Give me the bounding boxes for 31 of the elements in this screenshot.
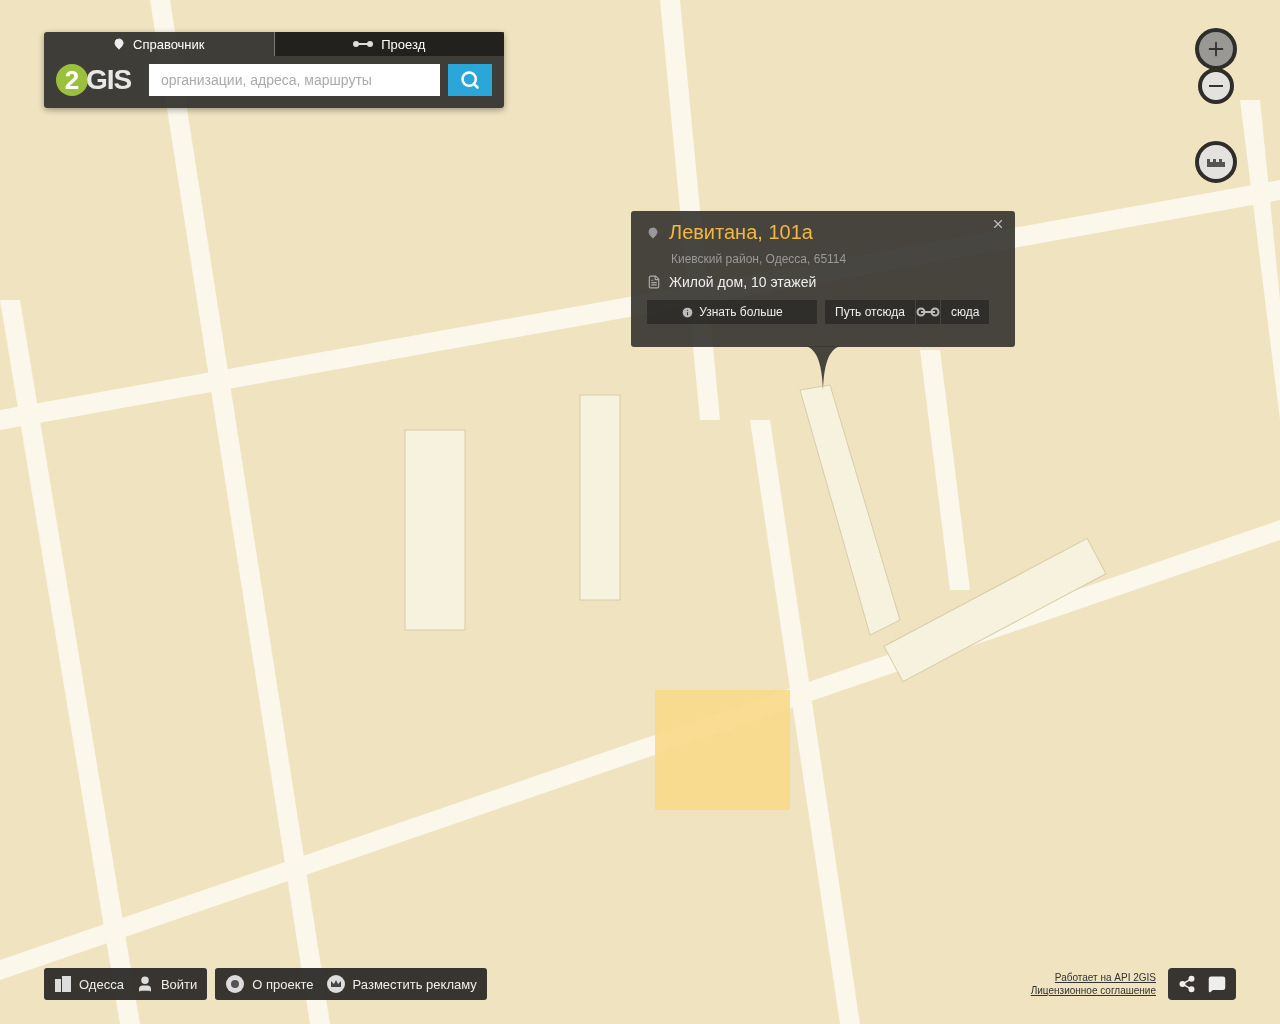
toolbar-button[interactable]: О проекте bbox=[219, 968, 320, 1000]
route-from-button[interactable]: Путь отсюда bbox=[825, 300, 915, 324]
info-icon bbox=[681, 305, 695, 319]
address-text: Киевский район, Одесса, 65114 bbox=[671, 252, 848, 266]
route-icon bbox=[353, 40, 374, 48]
pin-icon bbox=[113, 38, 125, 50]
search-field[interactable]: организации, адреса, маршруты bbox=[148, 64, 441, 96]
description-text: Жилой дом, 10 этажей bbox=[669, 274, 817, 290]
share-icon bbox=[1178, 975, 1196, 993]
footer-link[interactable]: Работает на API 2GIS bbox=[1054, 972, 1156, 983]
footer-link[interactable]: Лицензионное соглашение bbox=[1030, 985, 1156, 996]
route-icon bbox=[915, 300, 940, 324]
building-icon bbox=[54, 975, 72, 993]
tab[interactable]: Справочник bbox=[44, 32, 274, 56]
document-icon bbox=[647, 275, 661, 289]
search-icon bbox=[460, 70, 481, 90]
more-info-button[interactable]: Узнать больше bbox=[647, 300, 817, 324]
tab[interactable]: Проезд bbox=[273, 32, 504, 56]
toolbar-button[interactable]: Одесса bbox=[48, 968, 130, 1000]
minus-icon bbox=[1209, 85, 1223, 87]
toolbar-button[interactable]: Войти bbox=[129, 968, 204, 1000]
close-button[interactable] bbox=[991, 217, 1005, 231]
popup-title: Левитана, 101а bbox=[669, 221, 813, 244]
speech-bubble-icon bbox=[1208, 975, 1226, 993]
route-to-button[interactable]: сюда bbox=[940, 300, 990, 324]
crown-icon bbox=[325, 974, 346, 994]
ruler-icon bbox=[1206, 156, 1226, 168]
toolbar-button[interactable]: Разместить рекламу bbox=[319, 968, 483, 1000]
search-button[interactable] bbox=[448, 64, 492, 96]
pin-icon bbox=[647, 226, 659, 239]
logo: 2 GIS bbox=[56, 64, 143, 96]
